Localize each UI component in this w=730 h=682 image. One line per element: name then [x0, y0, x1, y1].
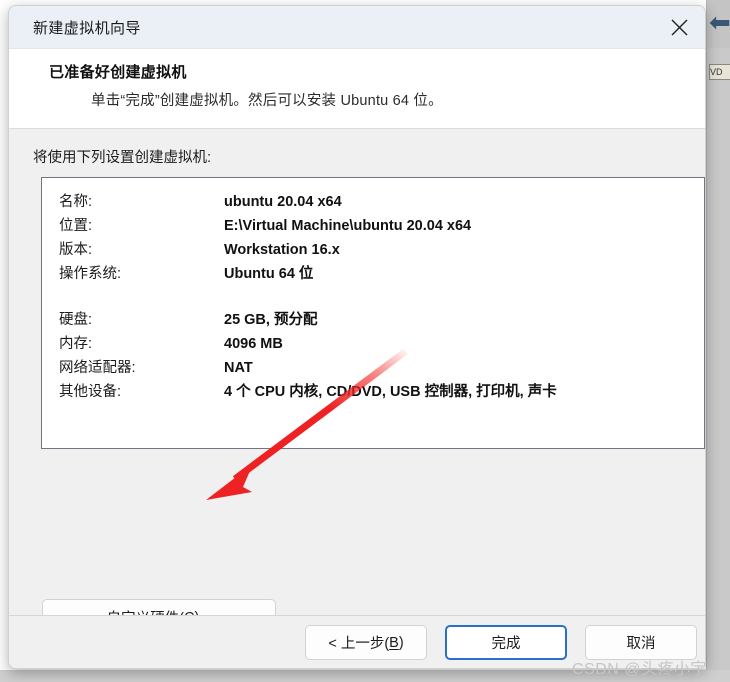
settings-row: 硬盘: 25 GB, 预分配 — [59, 308, 696, 332]
settings-value: NAT — [224, 360, 253, 376]
dialog-header: 已准备好创建虚拟机 单击“完成”创建虚拟机。然后可以安装 Ubuntu 64 位… — [9, 49, 705, 129]
settings-label: 网络适配器: — [59, 360, 136, 376]
settings-value: 4 个 CPU 内核, CD/DVD, USB 控制器, 打印机, 声卡 — [224, 384, 557, 400]
settings-row: 其他设备: 4 个 CPU 内核, CD/DVD, USB 控制器, 打印机, … — [59, 380, 696, 404]
settings-intro-text: 将使用下列设置创建虚拟机: — [33, 150, 212, 166]
new-virtual-machine-wizard-dialog: 新建虚拟机向导 已准备好创建虚拟机 单击“完成”创建虚拟机。然后可以安装 Ubu… — [8, 5, 706, 669]
back-label-suffix: ) — [398, 634, 404, 651]
desktop-background: ⬅ VD 新建虚拟机向导 已准备好创建虚拟机 单击“完成”创建虚拟机。然后可以安… — [0, 0, 730, 682]
settings-row: 操作系统: Ubuntu 64 位 — [59, 262, 696, 286]
settings-group-separator — [59, 286, 696, 308]
dialog-titlebar: 新建虚拟机向导 — [9, 6, 705, 49]
settings-label: 名称: — [59, 194, 93, 210]
settings-row: 内存: 4096 MB — [59, 332, 696, 356]
header-subtitle: 单击“完成”创建虚拟机。然后可以安装 Ubuntu 64 位。 — [91, 93, 443, 109]
close-icon[interactable] — [653, 6, 705, 49]
settings-value: Ubuntu 64 位 — [224, 266, 314, 282]
settings-row: 版本: Workstation 16.x — [59, 238, 696, 262]
dialog-title: 新建虚拟机向导 — [33, 20, 141, 37]
finish-label: 完成 — [491, 636, 521, 652]
dialog-footer: < 上一步(B) 完成 取消 — [9, 615, 705, 668]
back-label-prefix: < 上一步( — [328, 636, 390, 652]
settings-label: 位置: — [59, 218, 93, 234]
settings-row: 名称: ubuntu 20.04 x64 — [59, 190, 696, 214]
settings-label: 版本: — [59, 242, 93, 258]
settings-value: E:\Virtual Machine\ubuntu 20.04 x64 — [224, 218, 472, 234]
background-taskbar-strip — [0, 670, 730, 682]
settings-label: 操作系统: — [59, 266, 122, 282]
cancel-button[interactable]: 取消 — [585, 625, 697, 660]
settings-value: Workstation 16.x — [224, 242, 340, 258]
settings-value: ubuntu 20.04 x64 — [224, 194, 342, 210]
dialog-body: 将使用下列设置创建虚拟机: 名称: ubuntu 20.04 x64 位置: E… — [9, 129, 705, 636]
back-arrow-icon[interactable]: ⬅ — [709, 10, 730, 36]
settings-summary-panel: 名称: ubuntu 20.04 x64 位置: E:\Virtual Mach… — [41, 177, 705, 449]
settings-label: 内存: — [59, 336, 93, 352]
back-accelerator: B — [389, 634, 399, 651]
settings-row: 位置: E:\Virtual Machine\ubuntu 20.04 x64 — [59, 214, 696, 238]
settings-label: 其他设备: — [59, 384, 122, 400]
settings-value: 25 GB, 预分配 — [224, 312, 318, 328]
settings-row: 网络适配器: NAT — [59, 356, 696, 380]
settings-rows: 名称: ubuntu 20.04 x64 位置: E:\Virtual Mach… — [59, 190, 696, 404]
background-window-tab[interactable]: VD — [709, 64, 730, 80]
cancel-label: 取消 — [626, 636, 656, 652]
settings-value: 4096 MB — [224, 336, 283, 352]
header-title: 已准备好创建虚拟机 — [49, 64, 187, 81]
background-window[interactable]: ⬅ VD — [706, 0, 730, 682]
settings-label: 硬盘: — [59, 312, 93, 328]
back-button[interactable]: < 上一步(B) — [305, 625, 427, 660]
finish-button[interactable]: 完成 — [445, 625, 567, 660]
